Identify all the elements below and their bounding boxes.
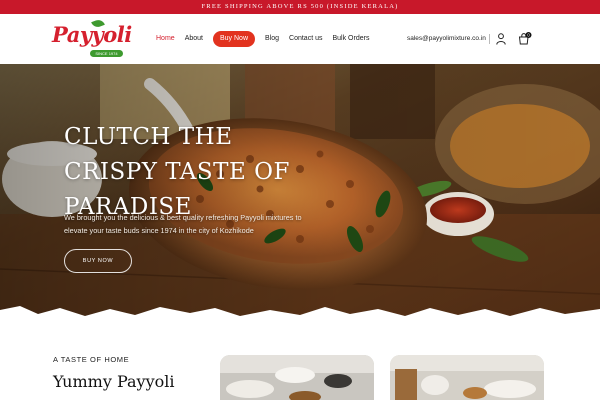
hero-subtitle: We brought you the delicious & best qual…	[64, 213, 302, 235]
nav-blog[interactable]: Blog	[265, 31, 279, 47]
nav-contact[interactable]: Contact us	[289, 31, 322, 47]
divider	[489, 34, 490, 44]
food-photo	[220, 355, 374, 400]
logo-tagline: SINCE 1974	[90, 50, 123, 57]
section-heading: Yummy Payyoli	[53, 372, 175, 391]
logo[interactable]: Payyoli SINCE 1974	[52, 18, 132, 60]
nav-bulk-orders[interactable]: Bulk Orders	[332, 31, 369, 47]
promo-bar: FREE SHIPPING ABOVE RS 500 (INSIDE KERAL…	[0, 0, 600, 14]
nav-about[interactable]: About	[185, 31, 203, 47]
main-nav: Home About Buy Now Blog Contact us Bulk …	[156, 31, 379, 47]
cart-icon[interactable]: 0	[518, 32, 532, 46]
hero-buy-now-button[interactable]: BUY NOW	[64, 249, 132, 273]
email-link[interactable]: sales@payyolimixture.co.in	[407, 35, 486, 42]
hero-banner: CLUTCH THE CRISPY TASTE OF PARADISE We b…	[0, 64, 600, 330]
user-icon[interactable]	[496, 33, 506, 45]
buy-now-button[interactable]: Buy Now	[212, 31, 255, 47]
nav-home[interactable]: Home	[156, 31, 175, 47]
food-photo	[390, 355, 544, 400]
site-header: Payyoli SINCE 1974 Home About Buy Now Bl…	[0, 14, 600, 64]
section-tag: A TASTE OF HOME	[53, 355, 130, 364]
food-image-card	[220, 355, 374, 400]
promo-text: FREE SHIPPING ABOVE RS 500 (INSIDE KERAL…	[201, 3, 399, 10]
logo-text: Payyoli	[52, 22, 132, 47]
food-image-card	[390, 355, 544, 400]
hero-title: CLUTCH THE CRISPY TASTE OF PARADISE	[64, 124, 290, 220]
